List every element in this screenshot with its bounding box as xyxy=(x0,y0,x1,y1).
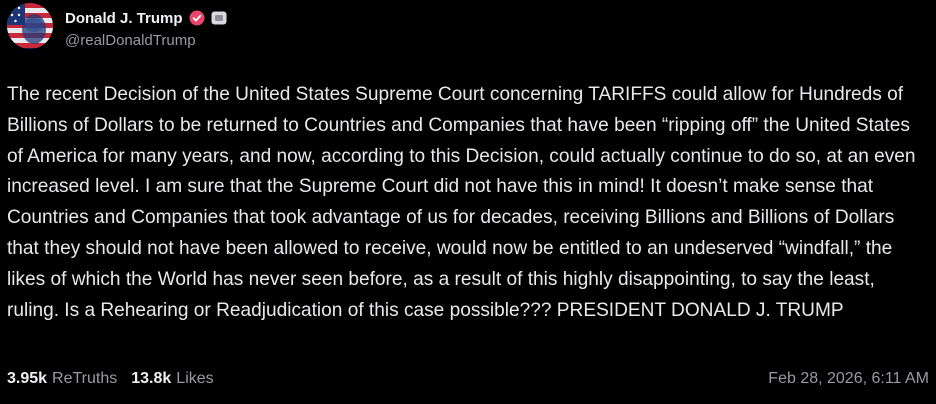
author-handle[interactable]: @realDonaldTrump xyxy=(65,32,196,49)
likes-count: 13.8k xyxy=(131,370,172,387)
retruths-count: 3.95k xyxy=(7,370,48,387)
verified-badge-icon xyxy=(189,10,205,26)
post-timestamp[interactable]: Feb 28, 2026, 6:11 AM xyxy=(768,370,929,388)
truth-post: Donald J. Trump @realDonaldTrump The rec… xyxy=(0,0,936,404)
likes-stat[interactable]: 13.8k Likes xyxy=(131,370,213,388)
likes-label: Likes xyxy=(176,370,214,387)
avatar-image xyxy=(7,3,53,49)
retruths-stat[interactable]: 3.95k ReTruths xyxy=(7,370,117,388)
author-display-name[interactable]: Donald J. Trump xyxy=(65,10,183,27)
avatar[interactable] xyxy=(7,3,53,49)
post-body-text: The recent Decision of the United States… xyxy=(7,84,916,321)
retruths-label: ReTruths xyxy=(52,370,118,387)
post-footer: 3.95k ReTruths 13.8k Likes Feb 28, 2026,… xyxy=(7,368,929,390)
account-badge-icon xyxy=(211,10,227,26)
author-name-row: Donald J. Trump xyxy=(65,8,227,28)
